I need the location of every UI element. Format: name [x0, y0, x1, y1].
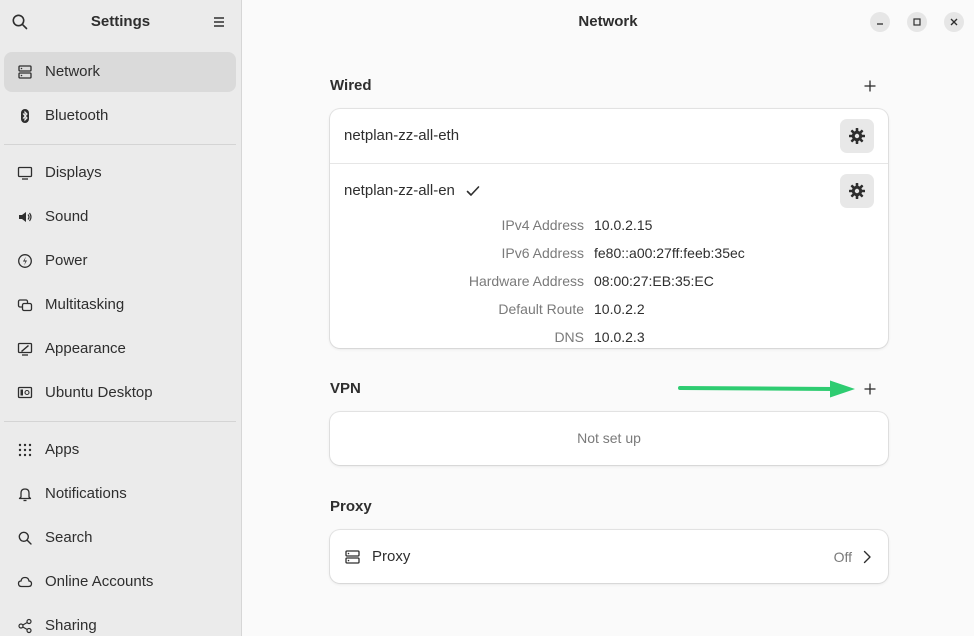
annotation-arrow-icon [678, 380, 855, 398]
sidebar-item-label: Apps [45, 441, 80, 458]
connection-name: netplan-zz-all-en [344, 182, 455, 199]
connection-name: netplan-zz-all-eth [344, 127, 460, 144]
share-icon [16, 617, 34, 635]
sidebar-item-online-accounts[interactable]: Online Accounts [4, 562, 236, 602]
sidebar-header: Settings [0, 0, 241, 44]
main-panel: Network Wired netplan-zz-all-eth netplan… [242, 0, 974, 636]
sidebar-item-label: Power [45, 252, 88, 269]
sidebar-item-power[interactable]: Power [4, 241, 236, 281]
sidebar-item-label: Sound [45, 208, 89, 225]
sidebar-item-sound[interactable]: Sound [4, 197, 236, 237]
gear-icon [849, 183, 865, 199]
network-icon [16, 63, 34, 81]
display-icon [16, 164, 34, 182]
sidebar-item-label: Bluetooth [45, 107, 109, 124]
dns-value: 10.0.2.3 [594, 329, 645, 345]
close-icon[interactable] [944, 12, 964, 32]
proxy-status: Off [833, 549, 852, 565]
wired-section-title: Wired [330, 77, 372, 94]
proxy-icon [344, 548, 362, 566]
connection-settings-button[interactable] [840, 174, 874, 208]
hardware-address-value: 08:00:27:EB:35:EC [594, 273, 714, 289]
sidebar-item-multitasking[interactable]: Multitasking [4, 285, 236, 325]
sidebar-item-displays[interactable]: Displays [4, 153, 236, 193]
bluetooth-icon [16, 107, 34, 125]
page-title: Network [578, 13, 638, 30]
proxy-card: Proxy Off [330, 530, 888, 583]
cloud-icon [16, 573, 34, 591]
plus-icon [864, 383, 876, 395]
proxy-label: Proxy [372, 548, 411, 565]
ubuntu-desktop-icon [16, 384, 34, 402]
sidebar-item-network[interactable]: Network [4, 52, 236, 92]
ipv6-label: IPv6 Address [501, 245, 585, 261]
connection-row[interactable]: netplan-zz-all-eth [330, 109, 888, 163]
sidebar-item-ubuntu-desktop[interactable]: Ubuntu Desktop [4, 373, 236, 413]
appearance-icon [16, 340, 34, 358]
speaker-icon [16, 208, 34, 226]
multitasking-icon [16, 296, 34, 314]
checkmark-icon [465, 183, 481, 199]
sidebar-item-label: Network [45, 63, 101, 80]
ipv6-value: fe80::a00:27ff:feeb:35ec [594, 245, 745, 261]
sidebar-item-label: Displays [45, 164, 102, 181]
sidebar-item-label: Ubuntu Desktop [45, 384, 153, 401]
hardware-address-label: Hardware Address [468, 273, 584, 289]
gear-icon [849, 128, 865, 144]
sidebar-item-label: Sharing [45, 617, 97, 634]
search-icon [16, 529, 34, 547]
sidebar-item-bluetooth[interactable]: Bluetooth [4, 96, 236, 136]
plus-icon [864, 80, 876, 92]
sidebar-item-apps[interactable]: Apps [4, 430, 236, 470]
apps-grid-icon [16, 441, 34, 459]
sidebar-item-label: Notifications [45, 485, 127, 502]
sidebar-item-notifications[interactable]: Notifications [4, 474, 236, 514]
hamburger-menu-icon[interactable] [209, 12, 229, 32]
proxy-section-title: Proxy [330, 498, 372, 515]
sidebar-item-appearance[interactable]: Appearance [4, 329, 236, 369]
sidebar-item-label: Appearance [45, 340, 126, 357]
sidebar-item-sharing[interactable]: Sharing [4, 606, 236, 636]
vpn-empty-text: Not set up [577, 430, 641, 446]
vpn-card: Not set up [330, 412, 888, 465]
ipv4-label: IPv4 Address [501, 217, 585, 233]
maximize-icon[interactable] [907, 12, 927, 32]
proxy-row[interactable]: Proxy Off [330, 530, 888, 583]
minimize-icon[interactable] [870, 12, 890, 32]
sidebar-divider [4, 144, 236, 145]
sidebar-item-label: Search [45, 529, 93, 546]
dns-label: DNS [554, 329, 584, 345]
bell-icon [16, 485, 34, 503]
add-wired-button[interactable] [858, 74, 882, 98]
sidebar-item-label: Multitasking [45, 296, 125, 313]
sidebar: Settings Network Bluetooth Displays Soun… [0, 0, 242, 636]
default-route-label: Default Route [498, 301, 584, 317]
vpn-section-title: VPN [330, 380, 361, 397]
power-icon [16, 252, 34, 270]
default-route-value: 10.0.2.2 [594, 301, 645, 317]
wired-card: netplan-zz-all-eth netplan-zz-all-en IPv… [330, 109, 888, 348]
ipv4-value: 10.0.2.15 [594, 217, 653, 233]
add-vpn-button[interactable] [858, 377, 882, 401]
connection-settings-button[interactable] [840, 119, 874, 153]
sidebar-title: Settings [90, 13, 151, 30]
chevron-right-icon [860, 549, 874, 565]
sidebar-item-search[interactable]: Search [4, 518, 236, 558]
sidebar-item-label: Online Accounts [45, 573, 154, 590]
connection-row-active[interactable]: netplan-zz-all-en IPv4 Address 10.0.2.15… [330, 164, 888, 348]
sidebar-divider [4, 421, 236, 422]
